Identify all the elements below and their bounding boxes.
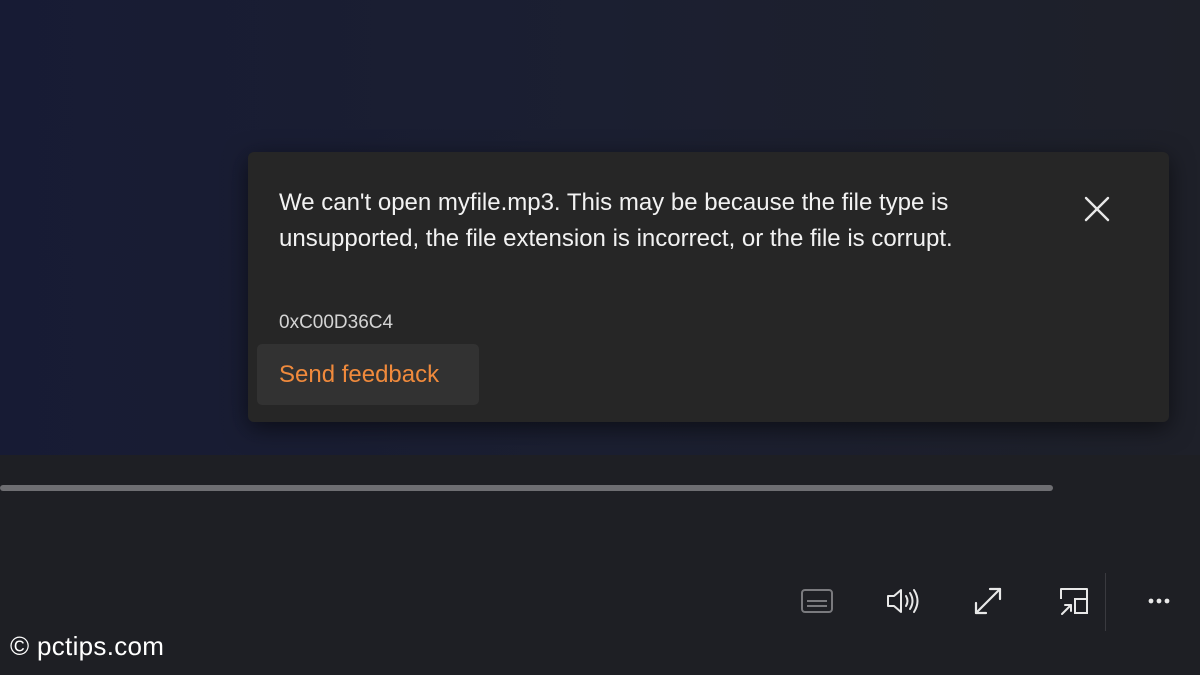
close-icon — [1084, 196, 1110, 222]
error-message: We can't open myfile.mp3. This may be be… — [279, 189, 953, 252]
fullscreen-icon — [974, 587, 1002, 615]
error-code: 0xC00D36C4 — [279, 312, 394, 333]
player-controls-bar — [0, 455, 1200, 675]
controls-divider — [1105, 573, 1106, 631]
error-dialog: We can't open myfile.mp3. This may be be… — [248, 152, 1169, 422]
captions-button[interactable] — [797, 581, 837, 621]
captions-icon — [801, 589, 833, 613]
volume-button[interactable] — [883, 581, 923, 621]
media-player-window: We can't open myfile.mp3. This may be be… — [0, 0, 1200, 675]
seek-bar[interactable] — [0, 485, 1053, 491]
more-options-button[interactable] — [1139, 581, 1179, 621]
mini-player-button[interactable] — [1054, 581, 1094, 621]
send-feedback-button[interactable]: Send feedback — [257, 344, 479, 405]
more-icon — [1148, 598, 1170, 604]
close-button[interactable] — [1080, 192, 1114, 226]
fullscreen-button[interactable] — [968, 581, 1008, 621]
watermark: © pctips.com — [10, 631, 165, 661]
volume-icon — [887, 589, 919, 613]
mini-player-icon — [1060, 588, 1088, 615]
